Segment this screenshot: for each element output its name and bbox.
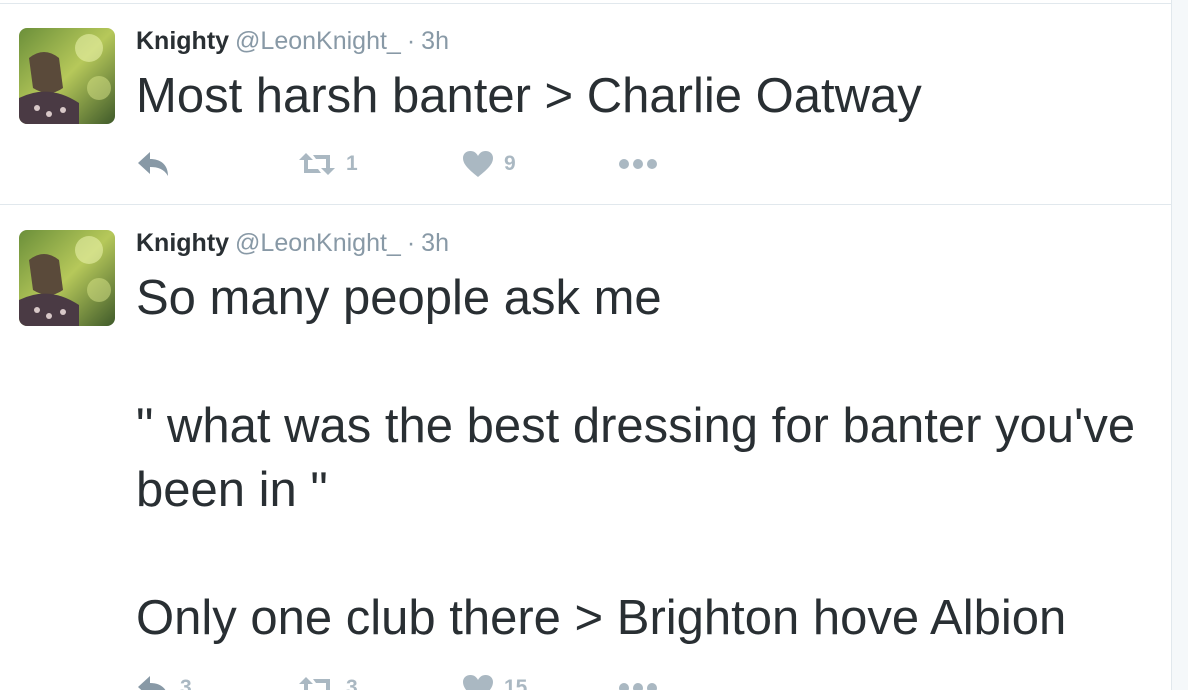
more-dots-icon: [618, 682, 658, 690]
tweet-text: So many people ask me " what was the bes…: [136, 271, 1136, 645]
retweet-count: 1: [346, 152, 358, 175]
tweet[interactable]: Knighty @LeonKnight_ · 3h So many people as…: [0, 206, 1171, 690]
like-button[interactable]: 9: [462, 144, 516, 184]
separator-dot: ·: [406, 27, 416, 55]
tweet-header: Knighty @LeonKnight_ · 3h: [136, 26, 449, 56]
user-handle[interactable]: @LeonKnight_: [235, 27, 401, 55]
more-button[interactable]: [618, 144, 658, 184]
avatar[interactable]: [19, 28, 115, 124]
reply-button[interactable]: 3: [136, 668, 192, 690]
tweet-timestamp[interactable]: 3h: [421, 229, 449, 257]
tweet-feed: Knighty @LeonKnight_ · 3h Most harsh banter…: [0, 0, 1171, 690]
like-count: 15: [504, 676, 528, 690]
heart-icon: [462, 150, 494, 178]
retweet-count: 3: [346, 676, 358, 690]
tweet-header: Knighty @LeonKnight_ · 3h: [136, 228, 449, 258]
tweet-text: Most harsh banter > Charlie Oatway: [136, 69, 922, 123]
like-button[interactable]: 15: [462, 668, 527, 690]
scrollbar-track[interactable]: [1171, 0, 1188, 690]
retweet-button[interactable]: 1: [298, 144, 358, 184]
heart-icon: [462, 674, 494, 690]
reply-icon: [136, 150, 170, 178]
retweet-icon: [298, 151, 336, 177]
reply-count: 3: [180, 676, 192, 690]
avatar[interactable]: [19, 230, 115, 326]
tweet-timestamp[interactable]: 3h: [421, 27, 449, 55]
user-handle[interactable]: @LeonKnight_: [235, 229, 401, 257]
more-button[interactable]: [618, 668, 658, 690]
retweet-icon: [298, 675, 336, 690]
more-dots-icon: [618, 158, 658, 170]
reply-icon: [136, 674, 170, 690]
display-name[interactable]: Knighty: [136, 27, 229, 55]
retweet-button[interactable]: 3: [298, 668, 358, 690]
reply-button[interactable]: [136, 144, 180, 184]
tweet[interactable]: Knighty @LeonKnight_ · 3h Most harsh banter…: [0, 4, 1171, 205]
display-name[interactable]: Knighty: [136, 229, 229, 257]
separator-dot: ·: [406, 229, 416, 257]
like-count: 9: [504, 152, 516, 175]
